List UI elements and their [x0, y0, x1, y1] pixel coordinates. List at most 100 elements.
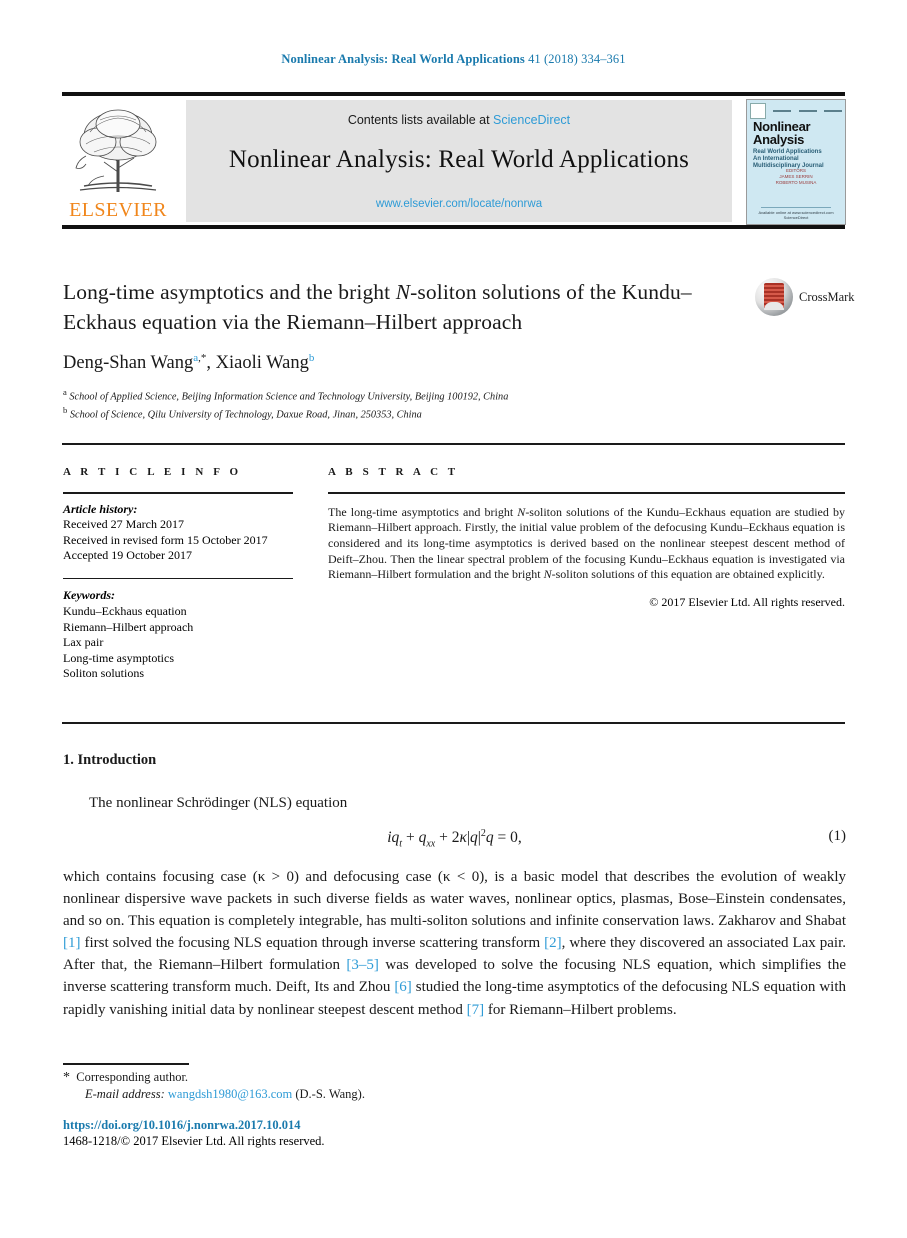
para-seg-1: which contains focusing case (κ > 0) and…: [63, 869, 846, 930]
author-2-name: Xiaoli Wang: [215, 353, 309, 374]
journal-masthead: ELSEVIER Contents lists available at Sci…: [62, 92, 846, 229]
article-history-item: Accepted 19 October 2017: [63, 548, 192, 563]
paper-page: Nonlinear Analysis: Real World Applicati…: [0, 0, 907, 1238]
equation-1-body: iqt + qxx + 2κ|q|2q = 0,: [63, 828, 846, 849]
reference-link-3[interactable]: [3–5]: [346, 957, 379, 973]
author-2-affil-marker[interactable]: b: [309, 352, 315, 364]
cover-title: Nonlinear Analysis: [753, 120, 839, 146]
article-info-divider-1: [63, 492, 293, 494]
cover-editor-2: ROBERTO MUSINA: [775, 180, 817, 185]
sciencedirect-link[interactable]: ScienceDirect: [493, 113, 570, 127]
article-info-column: A R T I C L E I N F O Article history: R…: [63, 466, 293, 682]
footnote-divider: [63, 1063, 189, 1065]
article-history-item: Received in revised form 15 October 2017: [63, 532, 268, 547]
running-head-journal: Nonlinear Analysis: Real World Applicati…: [281, 52, 525, 66]
article-history-group: Article history: Received 27 March 2017 …: [63, 502, 293, 564]
doi-link[interactable]: https://doi.org/10.1016/j.nonrwa.2017.10…: [63, 1117, 663, 1133]
cover-publisher-badge: [750, 103, 766, 119]
cover-footer-block: Available online at www.sciencedirect.co…: [753, 205, 839, 220]
eq-plus-2: + 2: [435, 829, 460, 847]
title-italic-n: N: [395, 280, 411, 304]
footnote-block: * Corresponding author. E-mail address: …: [63, 1069, 663, 1103]
keyword-item: Long-time asymptotics: [63, 650, 174, 665]
journal-cover-thumbnail: Nonlinear Analysis Real World Applicatio…: [746, 99, 846, 225]
reference-link-4[interactable]: [6]: [394, 979, 412, 995]
eq-q3: q: [470, 829, 478, 847]
eq-q4: q: [485, 829, 494, 847]
elsevier-logo: ELSEVIER: [64, 100, 172, 222]
affiliation-b-text: School of Science, Qilu University of Te…: [67, 409, 422, 421]
title-part-1: Long-time asymptotics and the bright: [63, 280, 396, 304]
page-title: Long-time asymptotics and the bright N-s…: [63, 277, 723, 337]
email-attribution: (D.-S. Wang).: [292, 1087, 365, 1101]
abstract-text: The long-time asymptotics and bright N-s…: [328, 505, 845, 584]
abstract-text-3: -soliton solutions of this equation are …: [551, 567, 825, 582]
colophon-block: https://doi.org/10.1016/j.nonrwa.2017.10…: [63, 1117, 663, 1149]
keywords-label: Keywords:: [63, 588, 115, 603]
article-history-label: Article history:: [63, 501, 138, 516]
cover-rule-1: [773, 110, 792, 112]
contents-prefix: Contents lists available at: [347, 113, 494, 127]
para-seg-2: first solved the focusing NLS equation t…: [80, 935, 545, 952]
author-1-name: Deng-Shan Wang: [63, 353, 194, 374]
crossmark-label: CrossMark: [799, 290, 855, 304]
article-info-heading: A R T I C L E I N F O: [63, 466, 242, 478]
eq-plus-1: +: [402, 829, 419, 847]
reference-link-5[interactable]: [7]: [467, 1002, 485, 1018]
affiliation-a: a School of Applied Science, Beijing Inf…: [63, 386, 763, 404]
intro-lead-paragraph: The nonlinear Schrödinger (NLS) equation: [89, 795, 348, 811]
author-separator: ,: [206, 353, 216, 374]
cover-editors-block: EDITORS JAMES SERRIN ROBERTO MUSINA: [753, 168, 839, 186]
asterisk-icon: *: [63, 1070, 70, 1085]
info-rule-bottom: [62, 722, 845, 724]
affiliation-b: b School of Science, Qilu University of …: [63, 404, 763, 422]
issn-copyright-line: 1468-1218/© 2017 Elsevier Ltd. All right…: [63, 1134, 325, 1148]
crossmark-icon: [755, 278, 793, 316]
cover-top-row: [750, 103, 842, 119]
info-rule-top: [62, 443, 845, 445]
abstract-heading: A B S T R A C T: [328, 466, 459, 478]
cover-title-line2: Analysis: [753, 132, 805, 147]
running-head: Nonlinear Analysis: Real World Applicati…: [0, 52, 907, 67]
reference-link-2[interactable]: [2]: [544, 935, 562, 951]
abstract-italic-n-2: N: [543, 567, 552, 582]
affiliations: a School of Applied Science, Beijing Inf…: [63, 386, 763, 422]
affiliation-a-text: School of Applied Science, Beijing Infor…: [66, 391, 509, 403]
cover-rule-3: [823, 110, 842, 112]
eq-kappa: κ: [459, 829, 467, 847]
corresponding-author-note: * Corresponding author.: [63, 1069, 663, 1086]
equation-1: iqt + qxx + 2κ|q|2q = 0, (1): [63, 828, 846, 849]
keyword-item: Riemann–Hilbert approach: [63, 619, 194, 634]
masthead-rule-top: [62, 92, 845, 96]
masthead-band: Contents lists available at ScienceDirec…: [186, 100, 732, 222]
article-info-divider-2: [63, 577, 293, 580]
author-list: Deng-Shan Wanga,*, Xiaoli Wangb: [63, 352, 763, 374]
running-head-citation: 41 (2018) 334–361: [524, 52, 626, 66]
crossmark-badge[interactable]: CrossMark: [755, 278, 855, 318]
email-link[interactable]: wangdsh1980@163.com: [168, 1087, 292, 1101]
email-label: E-mail address:: [85, 1087, 165, 1101]
keyword-item: Kundu–Eckhaus equation: [63, 603, 187, 618]
cover-subtitle-block: Real World Applications An International…: [753, 149, 839, 170]
intro-paragraph-1: which contains focusing case (κ > 0) and…: [63, 866, 846, 1021]
elsevier-tree-icon: [75, 109, 157, 192]
journal-url-link[interactable]: www.elsevier.com/locate/nonrwa: [186, 198, 732, 210]
article-history-item: Received 27 March 2017: [63, 517, 184, 532]
para-seg-6: for Riemann–Hilbert problems.: [484, 1001, 677, 1018]
reference-link-1[interactable]: [1]: [63, 935, 81, 951]
masthead-rule-bottom: [62, 225, 845, 229]
eq-sub-xx: xx: [426, 838, 436, 850]
cover-subtitle: Real World Applications: [753, 149, 822, 155]
section-heading-introduction: 1. Introduction: [63, 752, 157, 768]
corresponding-author-text: Corresponding author.: [76, 1070, 189, 1084]
abstract-text-1: The long-time asymptotics and bright: [328, 504, 518, 519]
abstract-copyright: © 2017 Elsevier Ltd. All rights reserved…: [649, 595, 845, 610]
cover-rule-2: [798, 110, 817, 112]
abstract-column: A B S T R A C T The long-time asymptotic…: [328, 466, 845, 610]
journal-title: Nonlinear Analysis: Real World Applicati…: [228, 146, 690, 173]
cover-divider: [761, 207, 831, 208]
keywords-group: Keywords: Kundu–Eckhaus equation Riemann…: [63, 588, 293, 682]
keyword-item: Lax pair: [63, 635, 104, 650]
contents-available-line: Contents lists available at ScienceDirec…: [186, 113, 732, 127]
cover-footer-2: ScienceDirect: [783, 215, 809, 220]
